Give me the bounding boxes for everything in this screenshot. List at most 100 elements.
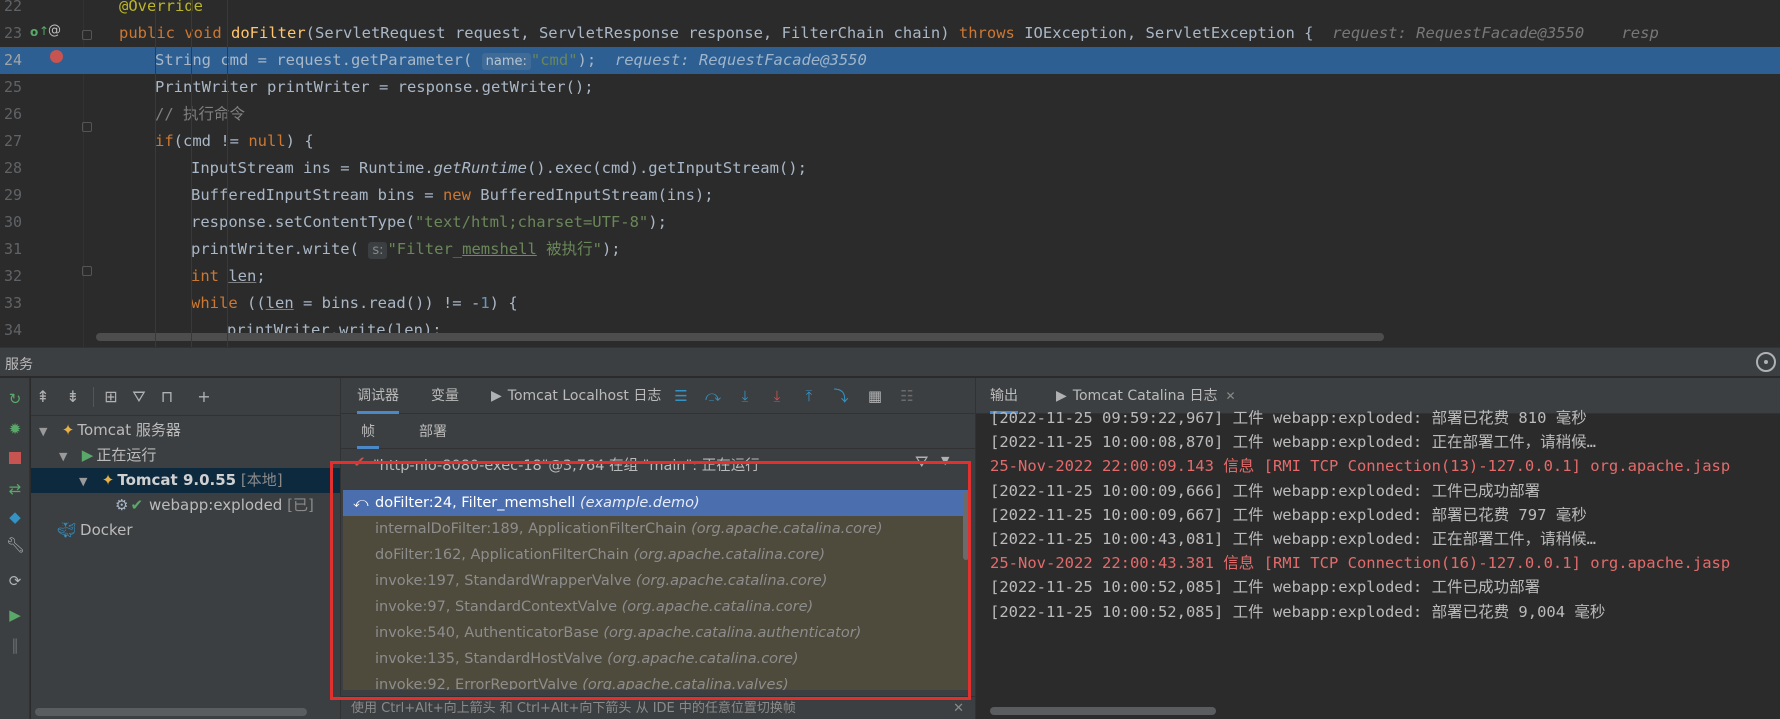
code-text: if(cmd != null) {	[155, 128, 314, 155]
refresh-icon[interactable]: ⟳	[6, 572, 24, 590]
line-number[interactable]: 24	[0, 47, 26, 74]
artifact-icon[interactable]: ◆	[6, 508, 24, 526]
code-line[interactable]: 28 InputStream ins = Runtime.getRuntime()…	[0, 155, 1780, 182]
close-icon[interactable]: ✕	[953, 697, 964, 719]
code-line[interactable]: 29 BufferedInputStream bins = new Buffere…	[0, 182, 1780, 209]
filter-icon[interactable]: ⛛	[915, 452, 928, 472]
frame-package: (org.apache.catalina.authenticator)	[603, 625, 862, 641]
line-number[interactable]: 23	[0, 20, 26, 47]
wrench-icon[interactable]: 🔧︎	[6, 536, 25, 554]
output-horizontal-scrollbar[interactable]	[990, 707, 1216, 715]
stack-frame[interactable]: invoke:197, StandardWrapperValve (org.ap…	[343, 568, 970, 594]
line-number[interactable]: 30	[0, 209, 26, 236]
force-step-into-icon[interactable]: ⤓	[767, 386, 787, 406]
code-text: printWriter.write( s: "Filter_memshell 被执…	[191, 236, 621, 264]
code-line[interactable]: 33 while ((len = bins.read()) != -1) {	[0, 290, 1780, 317]
chevron-down-icon[interactable]: ▼	[39, 419, 51, 444]
code-line[interactable]: 22 @Override	[0, 0, 1780, 20]
tab-variables[interactable]: 变量	[431, 378, 459, 414]
tab-debugger[interactable]: 调试器	[357, 378, 399, 414]
stop-icon[interactable]	[6, 450, 24, 468]
fold-marker-icon[interactable]	[82, 266, 92, 276]
tree-node-tomcat-instance[interactable]: ▼ ✦ Tomcat 9.0.55 [本地]	[31, 468, 340, 493]
tab-tomcat-localhost-log[interactable]: ▶ Tomcat Localhost 日志	[491, 378, 661, 414]
line-number[interactable]: 26	[0, 101, 26, 128]
chevron-down-icon[interactable]: ▼	[941, 454, 949, 467]
check-icon: ✔	[353, 453, 366, 471]
collapse-all-icon[interactable]: ⇟	[63, 387, 83, 407]
step-out-icon[interactable]: ⤒	[799, 386, 819, 406]
line-number[interactable]: 27	[0, 128, 26, 155]
line-number[interactable]: 22	[0, 0, 26, 20]
run-to-cursor-icon[interactable]: ⤵	[831, 386, 851, 406]
code-token: );	[577, 51, 597, 69]
show-execution-point-icon[interactable]: ☰	[671, 386, 691, 406]
code-text: int len;	[191, 263, 266, 290]
new-layout-icon[interactable]: ⊓	[157, 387, 177, 407]
deploy-icon[interactable]: ⇄	[6, 480, 24, 498]
line-number[interactable]: 28	[0, 155, 26, 182]
log-line: [2022-11-25 10:00:09,666] 工件 webapp:expl…	[990, 481, 1541, 500]
tab-frames[interactable]: 帧	[357, 415, 379, 449]
stack-frame[interactable]: invoke:97, StandardContextValve (org.apa…	[343, 594, 970, 620]
services-tree-panel: ⇞ ⇟ ⊞ ⛛ ⊓ + ▼ ✦ Tomcat 服务器 ▼ ▶ 正在运行 ▼ ✦ Tom…	[31, 378, 340, 719]
tab-deployment[interactable]: 部署	[419, 415, 447, 449]
resume-icon[interactable]: ▶	[6, 606, 24, 624]
stack-frame[interactable]: invoke:540, AuthenticatorBase (org.apach…	[343, 620, 970, 646]
breakpoint-icon[interactable]	[50, 50, 63, 63]
chevron-down-icon[interactable]: ▼	[79, 469, 91, 494]
line-number[interactable]: 25	[0, 74, 26, 101]
filter-icon[interactable]: ⛛	[129, 387, 149, 407]
code-token: String cmd = request.getParameter(	[155, 51, 482, 69]
code-line[interactable]: 31 printWriter.write( s: "Filter_memshell …	[0, 236, 1780, 263]
stack-frame[interactable]: doFilter:162, ApplicationFilterChain (or…	[343, 542, 970, 568]
tree-node-docker[interactable]: 🐳︎ Docker	[31, 518, 340, 543]
step-over-icon[interactable]: ⤼	[703, 386, 723, 406]
tree-node-tomcat-server[interactable]: ▼ ✦ Tomcat 服务器	[31, 418, 340, 443]
frames-scrollbar[interactable]	[963, 492, 969, 560]
expand-all-icon[interactable]: ⇞	[33, 387, 53, 407]
frame-method: doFilter:24, Filter_memshell	[375, 495, 576, 511]
line-number[interactable]: 32	[0, 263, 26, 290]
code-line[interactable]: 23 public void doFilter(ServletRequest re…	[0, 20, 1780, 47]
chevron-down-icon[interactable]: ▼	[59, 444, 71, 469]
log-line: [2022-11-25 10:00:52,085] 工件 webapp:expl…	[990, 578, 1541, 597]
step-into-icon[interactable]: ⤓	[735, 386, 755, 406]
fold-marker-icon[interactable]	[82, 122, 92, 132]
frames-list[interactable]: ⤺ doFilter:24, Filter_memshell (example.d…	[343, 490, 970, 690]
pause-icon[interactable]: ‖	[6, 636, 24, 654]
code-token: ) {	[285, 132, 314, 150]
debug-bug-icon[interactable]: ✹	[6, 420, 24, 438]
tree-horizontal-scrollbar[interactable]	[35, 708, 307, 716]
line-number[interactable]: 34	[0, 317, 26, 344]
line-number[interactable]: 33	[0, 290, 26, 317]
trace-icon[interactable]: ☷	[897, 386, 917, 406]
add-service-icon[interactable]: +	[194, 387, 214, 407]
stack-frame[interactable]: invoke:135, StandardHostValve (org.apach…	[343, 646, 970, 672]
tree-node-running[interactable]: ▼ ▶ 正在运行	[31, 443, 340, 468]
rerun-icon[interactable]: ↻	[6, 390, 24, 408]
code-token: doFilter	[231, 24, 306, 42]
code-line[interactable]: 27 if(cmd != null) {	[0, 128, 1780, 155]
stack-frame[interactable]: ⤺ doFilter:24, Filter_memshell (example.d…	[343, 490, 970, 516]
code-line[interactable]: 32 int len;	[0, 263, 1780, 290]
tree-node-webapp-artifact[interactable]: ⚙ ✔ webapp:exploded [已]	[31, 493, 340, 518]
code-line[interactable]: 25 PrintWriter printWriter = response.get…	[0, 74, 1780, 101]
fold-marker-icon[interactable]	[82, 30, 92, 40]
code-line[interactable]: 26 // 执行命令	[0, 101, 1780, 128]
close-tab-icon[interactable]: ✕	[1225, 389, 1235, 403]
stack-frame[interactable]: invoke:92, ErrorReportValve (org.apache.…	[343, 672, 970, 690]
override-method-icon[interactable]: o	[30, 25, 38, 39]
group-by-icon[interactable]: ⊞	[101, 387, 121, 407]
editor-horizontal-scrollbar[interactable]	[96, 333, 1384, 341]
stack-frame[interactable]: internalDoFilter:189, ApplicationFilterC…	[343, 516, 970, 542]
line-number[interactable]: 31	[0, 236, 26, 263]
evaluate-expression-icon[interactable]: ▦	[865, 386, 885, 406]
code-editor[interactable]: 22 @Override 23 public void doFilter(Servle…	[0, 0, 1780, 347]
thread-selector[interactable]: ✔ "http-nio-8080-exec-18"@3,764 在组 "main…	[341, 450, 976, 478]
code-line[interactable]: 30 response.setContentType("text/html;cha…	[0, 209, 1780, 236]
annotation-icon[interactable]: @	[48, 24, 61, 38]
line-number[interactable]: 29	[0, 182, 26, 209]
settings-gear-icon[interactable]	[1756, 352, 1776, 372]
code-line[interactable]: 24 String cmd = request.getParameter( nam…	[0, 47, 1780, 74]
